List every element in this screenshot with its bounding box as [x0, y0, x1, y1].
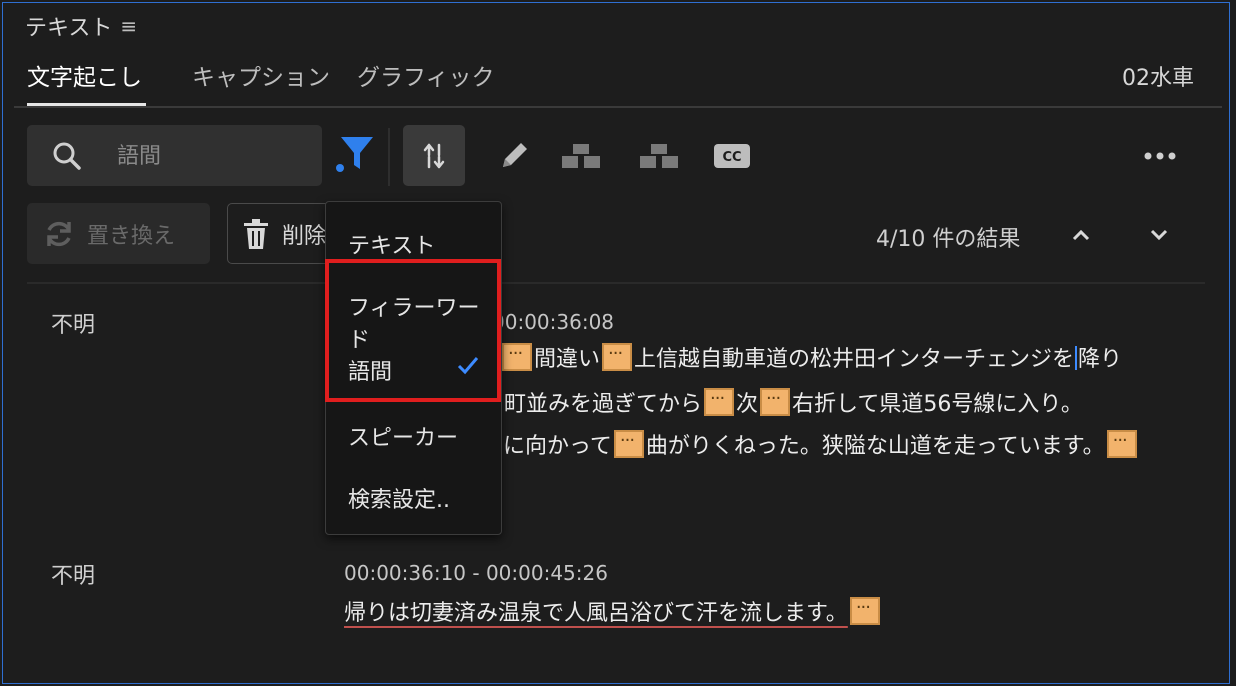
search-box[interactable]	[27, 125, 322, 186]
merge-left-button[interactable]	[556, 125, 606, 186]
menu-item-text[interactable]: テキスト	[348, 228, 435, 260]
pause-marker[interactable]	[704, 388, 735, 416]
chevron-down-icon	[1150, 229, 1168, 241]
captions-button[interactable]: CC	[710, 125, 754, 186]
speaker-label[interactable]: 不明	[51, 307, 95, 339]
filter-icon[interactable]	[333, 133, 377, 177]
pause-marker[interactable]	[1106, 430, 1137, 458]
toolbar-separator	[388, 128, 390, 186]
checkmark-icon	[457, 357, 479, 375]
search-icon	[53, 142, 81, 170]
menu-item-speakers[interactable]: スピーカー	[348, 420, 458, 452]
more-button[interactable]	[1138, 125, 1182, 186]
menu-item-filler-words[interactable]: フィラーワード	[348, 290, 501, 354]
tab-graphics[interactable]: グラフィック	[357, 58, 495, 92]
chevron-up-icon	[1072, 229, 1090, 241]
transcript-line[interactable]: 町並みを過ぎてから次右折して県道56号線に入り。	[504, 386, 1083, 418]
transcript-line[interactable]: に向かって曲がりくねった。狭隘な山道を走っています。	[503, 428, 1139, 460]
trash-icon	[244, 218, 268, 249]
tab-transcript[interactable]: 文字起こし	[27, 58, 142, 92]
next-result-button[interactable]	[1144, 220, 1174, 250]
replace-icon	[47, 221, 71, 246]
sequence-name: 02水車	[1122, 66, 1194, 91]
tab-bar: 文字起こし キャプション グラフィック 02水車	[0, 56, 1236, 108]
previous-result-button[interactable]	[1066, 220, 1096, 250]
more-icon	[1144, 152, 1176, 159]
merge-left-icon	[562, 143, 600, 168]
svg-text:CC: CC	[722, 150, 741, 165]
results-count: 4/10 件の結果	[876, 227, 1021, 252]
filter-dropdown: テキスト フィラーワード 語間 スピーカー 検索設定..	[325, 201, 502, 535]
hamburger-icon[interactable]: ≡	[120, 14, 137, 38]
pause-marker[interactable]	[613, 430, 644, 458]
pencil-icon	[503, 142, 527, 167]
delete-label: 削除	[282, 223, 327, 249]
replace-button[interactable]: 置き換え	[27, 203, 210, 264]
replace-label: 置き換え	[87, 223, 176, 249]
search-input[interactable]	[115, 137, 314, 175]
timecode: 00:00:36:10 - 00:00:45:26	[344, 561, 608, 585]
speaker-label[interactable]: 不明	[51, 558, 95, 590]
split-button[interactable]	[403, 125, 465, 186]
menu-item-pauses[interactable]: 語間	[348, 354, 392, 386]
pause-marker[interactable]	[602, 343, 633, 371]
split-icon	[423, 143, 445, 168]
panel-header: テキスト ≡	[25, 10, 137, 42]
tabs-divider	[14, 106, 1222, 108]
transcript-line[interactable]: 間違い上信越自動車道の松井田インターチェンジを降り	[500, 341, 1122, 373]
timecode: 00:00:36:08	[492, 310, 615, 334]
panel-title: テキスト	[25, 16, 113, 41]
menu-item-search-settings[interactable]: 検索設定..	[348, 482, 450, 514]
tab-captions[interactable]: キャプション	[192, 58, 330, 92]
edit-button[interactable]	[490, 125, 538, 186]
pause-marker[interactable]	[849, 597, 880, 625]
merge-right-icon	[640, 143, 678, 168]
cc-icon: CC	[714, 143, 750, 168]
content-divider	[27, 282, 1205, 284]
merge-right-button[interactable]	[634, 125, 684, 186]
pause-marker[interactable]	[502, 343, 532, 371]
pause-marker[interactable]	[760, 388, 791, 416]
transcript-line[interactable]: 帰りは切妻済み温泉で人風呂浴びて汗を流します。	[344, 595, 882, 627]
text-cursor	[1075, 346, 1078, 370]
